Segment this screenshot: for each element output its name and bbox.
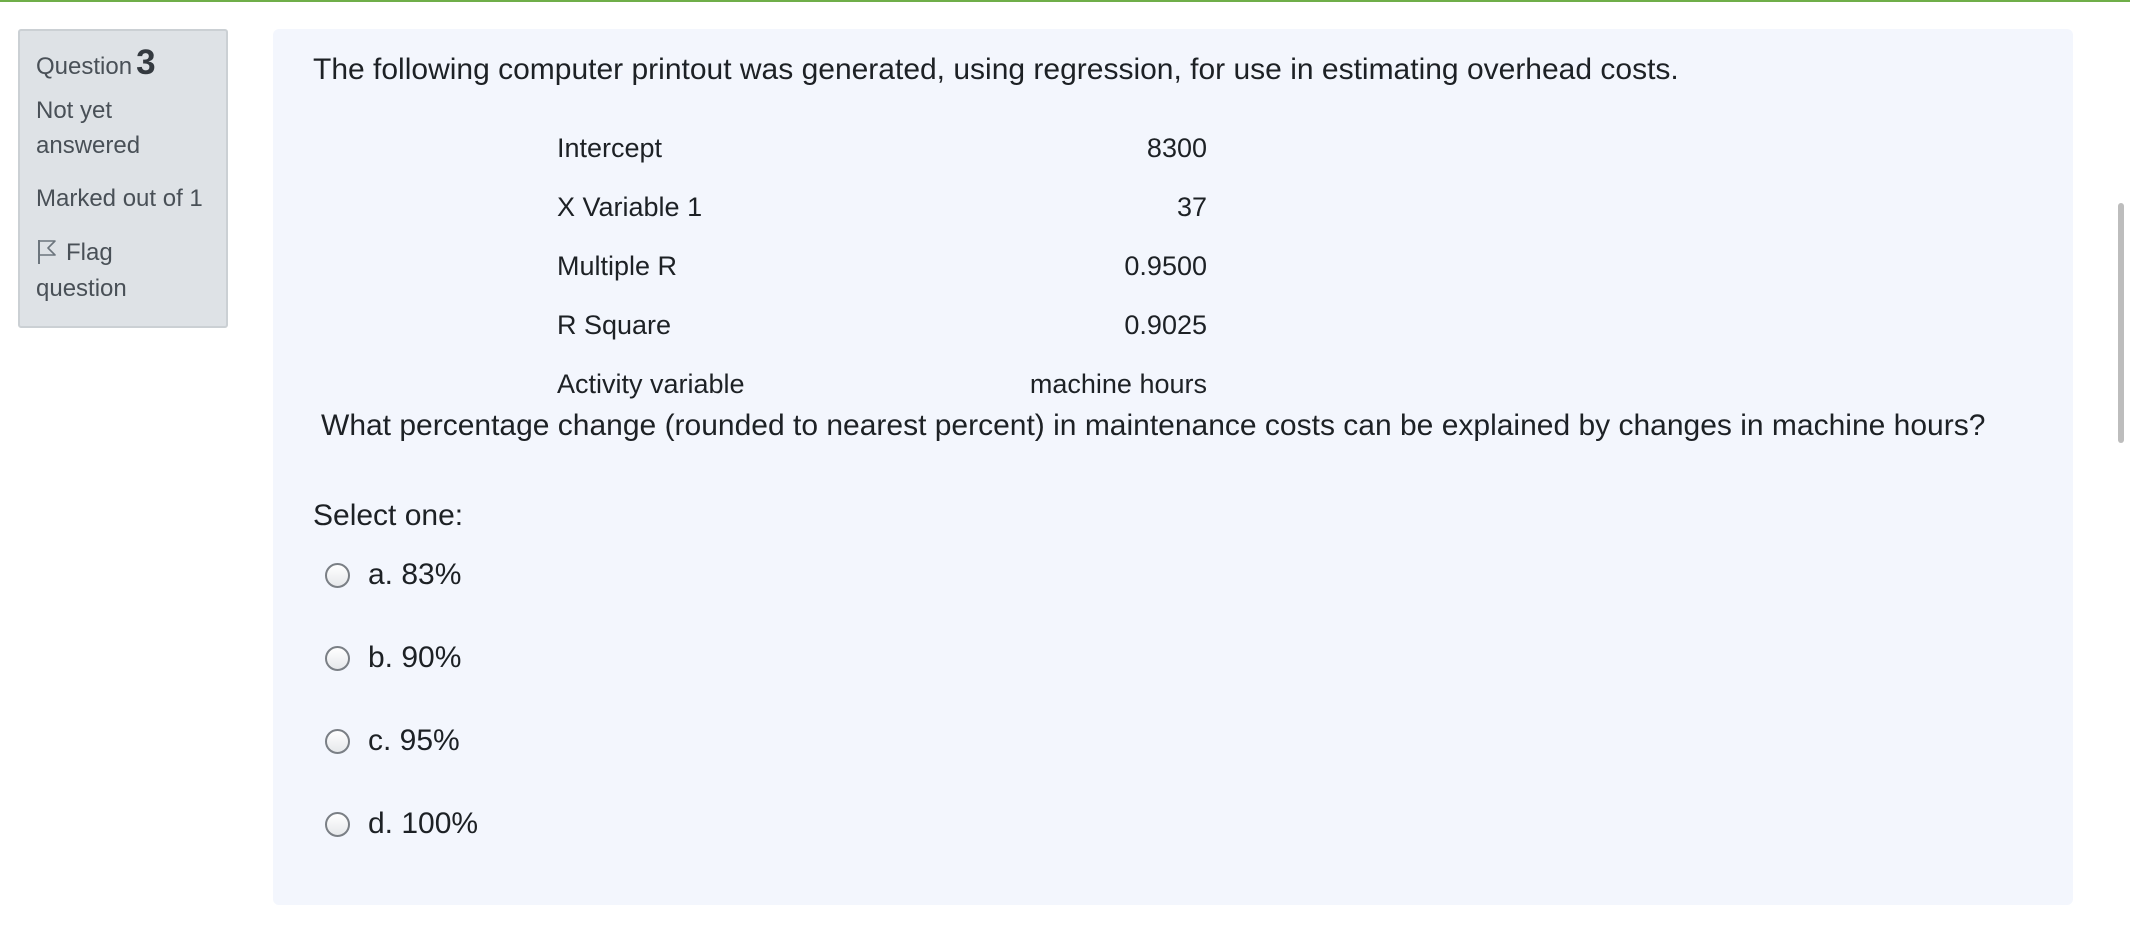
answer-label: d. 100% xyxy=(368,807,479,840)
radio-button[interactable] xyxy=(325,563,350,588)
table-row: X Variable 1 37 xyxy=(557,176,1207,235)
row-value: 0.9500 xyxy=(1124,251,1207,281)
select-one-label: Select one: xyxy=(313,499,464,532)
answer-option-a[interactable]: a. 83% xyxy=(325,550,478,633)
answer-option-d[interactable]: d. 100% xyxy=(325,799,478,882)
row-label: X Variable 1 xyxy=(557,192,703,222)
row-label: Intercept xyxy=(557,133,663,163)
answer-option-c[interactable]: c. 95% xyxy=(325,716,478,799)
row-value: 8300 xyxy=(1146,133,1207,163)
row-value: 0.9025 xyxy=(1124,310,1207,340)
row-value: machine hours xyxy=(1029,369,1207,399)
table-row: Multiple R 0.9500 xyxy=(557,235,1207,294)
answer-label: c. 95% xyxy=(368,724,460,757)
radio-button[interactable] xyxy=(325,729,350,754)
row-label: R Square xyxy=(557,310,672,340)
flag-question-link[interactable]: Flag question xyxy=(36,235,206,307)
question-state: Not yet answered xyxy=(36,97,141,159)
question-marks: Marked out of 1 xyxy=(36,185,203,212)
question-info-panel: Question 3 Not yet answered Marked out of… xyxy=(18,29,228,328)
row-label: Multiple R xyxy=(557,251,678,281)
question-prompt: What percentage change (rounded to neare… xyxy=(321,409,1986,442)
answer-options: a. 83% b. 90% c. 95% d. 100% xyxy=(325,550,478,882)
question-content: The following computer printout was gene… xyxy=(273,29,2073,905)
table-row: R Square 0.9025 xyxy=(557,294,1207,353)
row-value: 37 xyxy=(1176,192,1207,222)
page-scrollbar[interactable] xyxy=(2118,203,2124,443)
radio-button[interactable] xyxy=(325,812,350,837)
answer-label: b. 90% xyxy=(368,641,462,674)
table-row: Intercept 8300 xyxy=(557,117,1207,176)
radio-button[interactable] xyxy=(325,646,350,671)
row-label: Activity variable xyxy=(557,369,745,399)
answer-label: a. 83% xyxy=(368,558,462,591)
regression-output-table: Intercept 8300 X Variable 1 37 Multiple … xyxy=(557,117,1207,412)
question-intro: The following computer printout was gene… xyxy=(313,53,1679,86)
question-number-label: Question 3 xyxy=(36,43,156,82)
table-row: Activity variable machine hours xyxy=(557,353,1207,412)
question-number: 3 xyxy=(136,43,156,82)
top-accent-line xyxy=(0,0,2130,2)
answer-option-b[interactable]: b. 90% xyxy=(325,633,478,716)
flag-icon xyxy=(38,240,56,264)
